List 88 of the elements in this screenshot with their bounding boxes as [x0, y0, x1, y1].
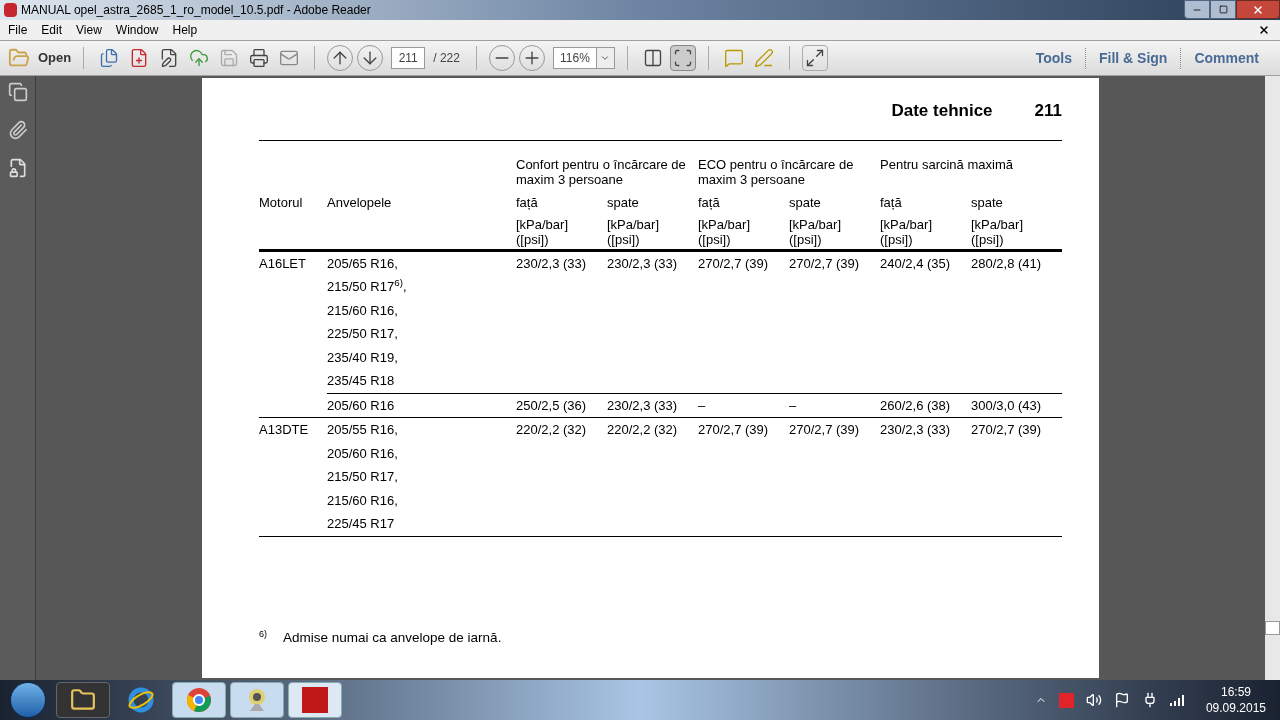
column-heading: spate	[607, 194, 640, 210]
pressure-cell-text: 230/2,3 (33)	[516, 254, 588, 273]
pressure-cell-text: 280/2,8 (41)	[971, 254, 1043, 273]
tire-size: 235/45 R18	[327, 372, 395, 390]
volume-icon[interactable]	[1085, 692, 1102, 708]
menu-item[interactable]: View	[76, 21, 102, 39]
pressure-cell-text: 270/2,7 (39)	[789, 421, 861, 439]
unit-label: [kPa/bar] ([psi])	[698, 216, 752, 247]
engine-cell-text: A13DTE	[259, 421, 310, 439]
security-icon[interactable]	[7, 158, 28, 178]
menu-item[interactable]: Edit	[41, 21, 63, 39]
section-title: Date tehnice	[891, 100, 993, 122]
folder-icon	[8, 47, 30, 69]
menu-item[interactable]: File	[8, 21, 28, 39]
pressure-cell-text: 220/2,2 (32)	[516, 421, 588, 439]
tire-size: 225/50 R17,	[327, 325, 398, 343]
webcam-taskbar-icon[interactable]	[230, 682, 284, 718]
caret-icon	[600, 53, 611, 63]
tire-size: 215/50 R17,	[327, 468, 398, 486]
footnote-text: Admise numai ca anvelope de iarnă.	[283, 628, 502, 647]
panel-tab[interactable]: Fill & Sign	[1085, 47, 1181, 69]
pressure-cell-text: 250/2,5 (36)	[516, 396, 588, 415]
footnote-mark: 6)	[259, 627, 268, 641]
fit-page-icon[interactable]	[669, 45, 696, 71]
unit-label: [kPa/bar] ([psi])	[789, 216, 843, 247]
file-explorer-taskbar-icon[interactable]	[56, 682, 110, 718]
clock-time[interactable]: 16:59	[1220, 684, 1251, 700]
pressure-cell-text: 270/2,7 (39)	[789, 254, 861, 273]
tire-size: 225/45 R17	[327, 515, 395, 533]
tire-size: 205/65 R16,	[327, 254, 398, 273]
expand-icon[interactable]	[801, 45, 828, 71]
pressure-cell-text: 300/3,0 (43)	[971, 396, 1043, 415]
tire-size: 235/40 R19,	[327, 348, 398, 367]
attachment-icon[interactable]	[7, 120, 28, 140]
maximize-button[interactable]	[1210, 0, 1236, 19]
column-heading: Anvelopele	[327, 194, 393, 210]
page-count: / 222	[433, 50, 460, 67]
engine-cell-text: A16LET	[259, 254, 307, 273]
menu-item[interactable]: Window	[115, 21, 159, 39]
column-group-heading: Pentru sarcină maximă	[880, 156, 1014, 174]
tire-size: 215/50 R17$^{6)}$,	[327, 276, 407, 296]
pressure-cell-text: 260/2,6 (38)	[880, 396, 952, 415]
panel-tab[interactable]: Comment	[1180, 47, 1272, 69]
unit-label: [kPa/bar] ([psi])	[880, 216, 934, 247]
column-heading: spate	[789, 194, 822, 210]
column-heading: față	[698, 194, 721, 210]
tire-size: 205/60 R16,	[327, 444, 398, 463]
tire-size: 205/60 R16	[327, 396, 395, 415]
pressure-cell-text: 270/2,7 (39)	[698, 254, 770, 273]
tire-size: 215/60 R16,	[327, 301, 398, 320]
pressure-cell-text: 270/2,7 (39)	[698, 421, 770, 439]
column-group-heading: ECO pentru o încărcare de maxim 3 persoane	[698, 156, 855, 187]
column-group-heading: Confort pentru o încărcare de maxim 3 persoane	[516, 156, 687, 187]
window-title: MANUAL opel_astra_2685_1_ro_model_10.5.pdf - Adobe Reader	[21, 2, 371, 19]
maximize-icon	[1218, 5, 1228, 14]
close-icon[interactable]	[1258, 24, 1270, 36]
pressure-cell-text: –	[789, 396, 798, 415]
pressure-cell-text: 220/2,2 (32)	[607, 421, 679, 439]
pressure-cell-text: 230/2,3 (33)	[607, 254, 679, 273]
close-button[interactable]	[1236, 0, 1280, 19]
zoom-dropdown[interactable]: 116%	[552, 47, 615, 69]
pressure-cell-text: 230/2,3 (33)	[607, 396, 679, 415]
pressure-cell-text: 240/2,4 (35)	[880, 254, 952, 273]
menu-item[interactable]: Help	[172, 21, 198, 39]
open-button[interactable]: Open	[8, 47, 85, 69]
tire-size: 215/60 R16,	[327, 491, 398, 510]
unit-label: [kPa/bar] ([psi])	[516, 216, 570, 247]
page-thumbnails-icon[interactable]	[7, 82, 28, 102]
panel-tab[interactable]: Tools	[1022, 47, 1085, 69]
unit-label: [kPa/bar] ([psi])	[971, 216, 1025, 247]
clock-date[interactable]: 09.09.2015	[1205, 700, 1266, 716]
close-icon	[1252, 3, 1264, 16]
unit-label: [kPa/bar] ([psi])	[607, 216, 661, 247]
column-heading: spate	[971, 194, 1004, 210]
tire-size: 205/55 R16,	[327, 421, 398, 439]
start-button[interactable]	[10, 682, 46, 718]
pressure-cell-text: 270/2,7 (39)	[971, 421, 1043, 439]
minimize-button[interactable]	[1184, 0, 1210, 19]
chrome-taskbar-icon[interactable]	[172, 682, 226, 718]
pressure-cell-text: 230/2,3 (33)	[880, 421, 952, 439]
column-heading: față	[516, 194, 539, 210]
column-heading: Motorul	[259, 194, 304, 210]
page-number-field[interactable]: 211	[391, 47, 426, 69]
column-heading: față	[880, 194, 903, 210]
page-number: 211	[1034, 100, 1062, 122]
signal-icon[interactable]	[1169, 694, 1186, 706]
pressure-cell-text: –	[698, 396, 707, 415]
flag-icon[interactable]	[1113, 692, 1130, 708]
